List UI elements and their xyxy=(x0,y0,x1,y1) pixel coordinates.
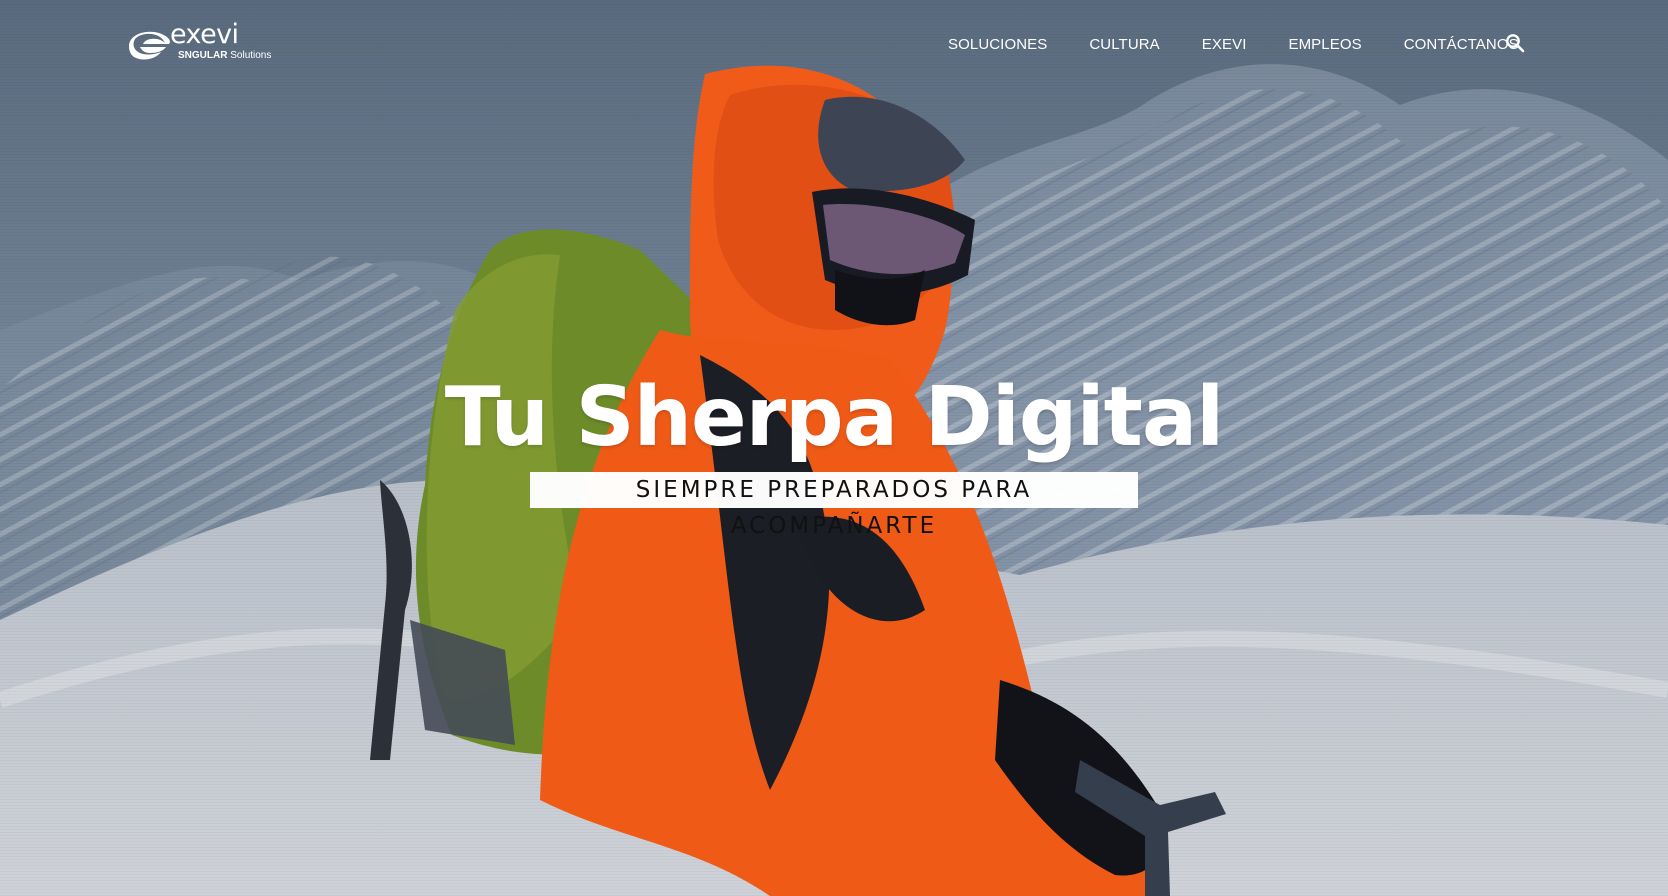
hero-subtitle-box: SIEMPRE PREPARADOS PARA ACOMPAÑARTE xyxy=(530,472,1138,539)
nav-exevi[interactable]: EXEVI xyxy=(1202,36,1247,54)
site-header: exevi SNGULAR Solutions SOLUCIONES CULTU… xyxy=(0,20,1668,68)
logo-subtitle: SNGULAR Solutions xyxy=(178,51,271,61)
exevi-logo-mark-icon xyxy=(129,31,170,60)
search-button[interactable] xyxy=(1504,32,1526,54)
logo-subtitle-bold: SNGULAR xyxy=(178,50,228,61)
logo-wordmark: exevi xyxy=(170,19,239,50)
main-navigation: SOLUCIONES CULTURA EXEVI EMPLEOS CONTÁCT… xyxy=(948,33,1519,57)
hero-copy: Tu Sherpa Digital SIEMPRE PREPARADOS PAR… xyxy=(0,370,1668,540)
nav-empleos[interactable]: EMPLEOS xyxy=(1288,36,1361,54)
hero-section: exevi SNGULAR Solutions SOLUCIONES CULTU… xyxy=(0,0,1668,896)
exevi-logo-link[interactable]: exevi SNGULAR Solutions xyxy=(125,19,275,64)
nav-contactanos[interactable]: CONTÁCTANOS xyxy=(1404,36,1519,54)
nav-soluciones[interactable]: SOLUCIONES xyxy=(948,36,1047,54)
hero-title: Tu Sherpa Digital xyxy=(444,370,1225,465)
logo-subtitle-regular: Solutions xyxy=(230,50,272,61)
nav-cultura[interactable]: CULTURA xyxy=(1089,36,1159,54)
hero-subtitle: SIEMPRE PREPARADOS PARA ACOMPAÑARTE xyxy=(635,477,1033,539)
search-icon xyxy=(1506,34,1525,53)
